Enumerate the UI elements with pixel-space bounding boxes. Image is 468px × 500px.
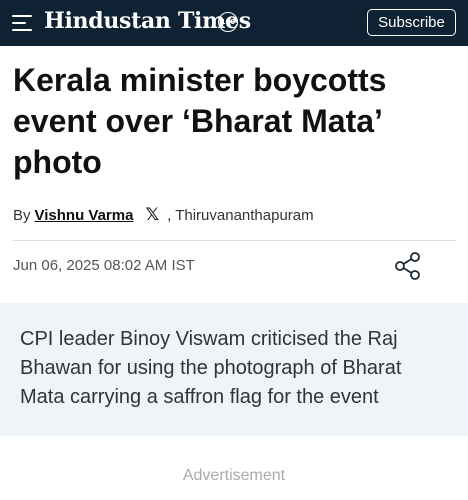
article-headline: Kerala minister boycotts event over ‘Bha… — [13, 62, 387, 180]
top-header: Hindustan Times 100 Subscribe — [0, 0, 468, 46]
byline-location: , Thiruvananthapuram — [167, 206, 314, 224]
x-icon[interactable]: 𝕏 — [145, 205, 159, 225]
byline: By Vishnu Varma 𝕏 , Thiruvananthapuram — [13, 205, 314, 225]
subscribe-button[interactable]: Subscribe — [367, 9, 456, 36]
publish-date: Jun 06, 2025 08:02 AM IST — [13, 257, 195, 274]
article-summary: CPI leader Binoy Viswam criticised the R… — [20, 328, 402, 408]
centenary-badge: 100 — [218, 12, 238, 32]
article-summary-box: CPI leader Binoy Viswam criticised the R… — [0, 303, 468, 436]
author-link[interactable]: Vishnu Varma — [35, 207, 134, 224]
advertisement-label: Advertisement — [182, 467, 286, 484]
share-icon[interactable] — [393, 251, 423, 281]
byline-prefix: By — [13, 206, 31, 224]
divider — [13, 240, 456, 241]
hamburger-menu-icon[interactable] — [12, 15, 34, 31]
